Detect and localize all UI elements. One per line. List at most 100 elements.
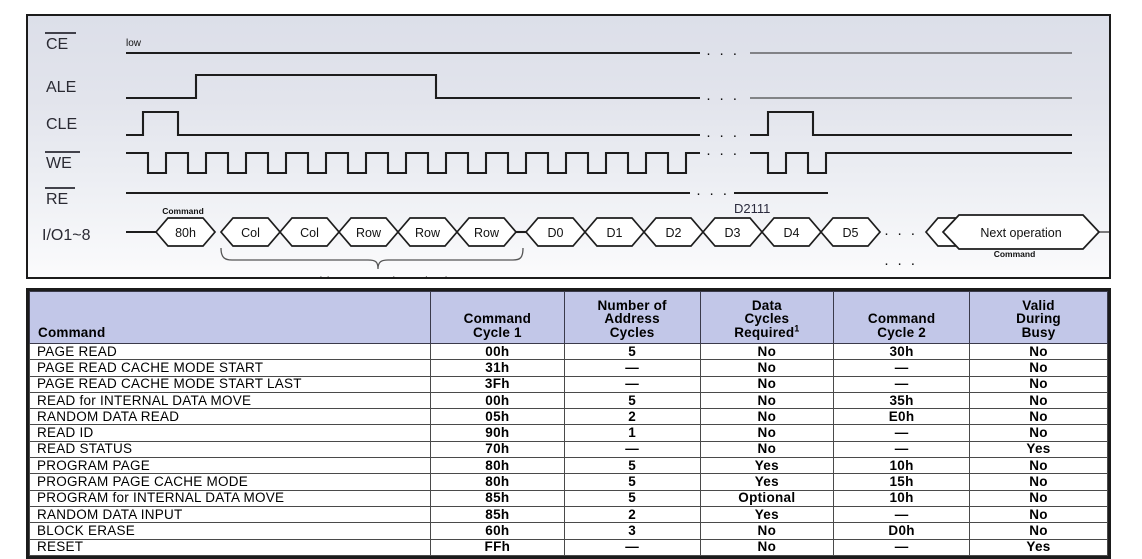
column-header-valid-during-busy-text: Valid During Busy	[1016, 297, 1061, 340]
bus-cell-data-d0: D0	[524, 217, 587, 247]
cell-command-cycle-1: 60h	[430, 522, 565, 540]
cell-valid-during-busy: No	[969, 489, 1108, 507]
cell-valid-during-busy: No	[969, 375, 1108, 393]
signal-label-we: WE	[45, 151, 80, 172]
cell-command-cycle-1: 80h	[430, 457, 565, 475]
table-row: PROGRAM for INTERNAL DATA MOVE 85h 5 Option…	[28, 489, 1108, 507]
cell-command-cycle-2: 10h	[833, 489, 970, 507]
cell-valid-during-busy: No	[969, 457, 1108, 475]
table-row: PAGE READ CACHE MODE START LAST 3Fh — No — No	[28, 375, 1108, 393]
bus-cell-label: Row	[415, 226, 441, 240]
cell-address-cycles: —	[563, 538, 701, 556]
cell-command-cycle-1: 00h	[430, 391, 565, 410]
cell-valid-during-busy: No	[969, 342, 1108, 361]
cell-command-name: READ ID	[28, 424, 432, 442]
bus-cell-label: D1	[607, 226, 623, 240]
cell-command-name: PROGRAM PAGE CACHE MODE	[28, 473, 432, 491]
cell-command-name: PAGE READ CACHE MODE START LAST	[28, 375, 432, 393]
cell-command-cycle-1: 31h	[430, 359, 565, 377]
bus-cell-next-operation: Next operation	[941, 214, 1101, 250]
cell-data-cycles: Yes	[699, 457, 835, 475]
cell-command-cycle-2: 35h	[833, 391, 970, 410]
signal-label-io: I/O1~8	[42, 227, 91, 244]
cell-address-cycles: 5	[563, 342, 701, 361]
cell-command-cycle-2: —	[833, 359, 970, 377]
cell-data-cycles: No	[699, 375, 835, 393]
signal-label-we-text: WE	[46, 155, 72, 172]
signal-label-re-text: RE	[46, 191, 68, 208]
cell-command-cycle-2: —	[833, 538, 970, 556]
signal-label-re: RE	[45, 187, 75, 208]
bus-cell-label: D3	[725, 226, 741, 240]
we-waveform-right	[750, 151, 1072, 175]
table-row: RANDOM DATA READ 05h 2 No E0h No	[28, 408, 1108, 426]
column-header-valid-during-busy: Valid During Busy	[969, 291, 1108, 344]
cell-command-cycle-1: 90h	[430, 424, 565, 442]
bus-cell-label: D5	[843, 226, 859, 240]
cell-address-cycles: 2	[563, 505, 701, 524]
cell-address-cycles: 5	[563, 457, 701, 475]
timing-diagram-panel: .sigline{fill:none;stroke:#1d1d1d;stroke…	[26, 14, 1111, 279]
ce-break-marker: · · ·	[706, 45, 739, 62]
bus-cell-command-80h: Command 80h	[154, 206, 217, 247]
bus-cell-label: D2	[666, 226, 682, 240]
address-input-bracket-group: Address Input (5 cycles )	[220, 247, 524, 279]
cell-data-cycles: No	[699, 342, 835, 361]
bus-cell-address-row-3: Row	[455, 217, 518, 247]
cell-address-cycles: 3	[563, 522, 701, 540]
io-break-marker: · · ·	[884, 225, 917, 242]
cell-command-cycle-2: 10h	[833, 457, 970, 475]
ale-waveform-left	[126, 73, 700, 100]
column-header-command-cycle-1: Command Cycle 1	[430, 291, 565, 344]
cell-valid-during-busy: No	[969, 408, 1108, 426]
cell-command-cycle-2: 15h	[833, 473, 970, 491]
cell-command-cycle-2: 30h	[833, 342, 970, 361]
cell-data-cycles: No	[699, 522, 835, 540]
cell-valid-during-busy: Yes	[969, 440, 1108, 459]
cell-command-cycle-2: —	[833, 440, 970, 459]
cell-command-name: PAGE READ	[28, 342, 432, 361]
cell-command-cycle-2: —	[833, 424, 970, 442]
cell-command-name: PROGRAM for INTERNAL DATA MOVE	[28, 489, 432, 507]
column-header-address-cycles: Number of Address Cycles	[563, 291, 701, 344]
cle-waveform-right	[750, 110, 1072, 137]
column-header-command-text: Command	[38, 324, 106, 340]
table-row: PROGRAM PAGE 80h 5 Yes 10h No	[28, 457, 1108, 475]
cell-command-name: PAGE READ CACHE MODE START	[28, 359, 432, 377]
address-input-label: Address Input (5 cycles )	[306, 274, 449, 279]
bus-cell-label: 80h	[175, 226, 196, 240]
cell-command-cycle-2: —	[833, 505, 970, 524]
ale-break-marker: · · ·	[706, 90, 739, 107]
cell-valid-during-busy: No	[969, 424, 1108, 442]
cell-command-cycle-2: —	[833, 375, 970, 393]
bus-cell-label: D4	[784, 226, 800, 240]
cell-valid-during-busy: No	[969, 505, 1108, 524]
cell-valid-during-busy: No	[969, 522, 1108, 540]
command-set-table: Command Command Cycle 1 Number of Address C…	[28, 291, 1108, 556]
command-tag-1: Command	[162, 206, 204, 216]
cell-command-name: BLOCK ERASE	[28, 522, 432, 540]
cell-data-cycles: No	[699, 391, 835, 410]
cell-command-cycle-1: 05h	[430, 408, 565, 426]
column-header-data-cycles-text: Data Cycles Required1	[734, 297, 800, 340]
column-header-address-cycles-text: Number of Address Cycles	[597, 297, 667, 340]
cell-command-name: PROGRAM PAGE	[28, 457, 432, 475]
bus-cell-label: D0	[548, 226, 564, 240]
ce-low-note: low	[126, 38, 142, 49]
address-input-bracket	[220, 247, 524, 270]
cell-command-cycle-1: 70h	[430, 440, 565, 459]
cell-command-cycle-2: E0h	[833, 408, 970, 426]
cell-command-cycle-2: D0h	[833, 522, 970, 540]
bus-cell-address-row-2: Row	[396, 217, 459, 247]
cell-valid-during-busy: Yes	[969, 538, 1108, 556]
io-vertical-ellipsis: · · ·	[884, 255, 917, 272]
cell-command-name: RANDOM DATA INPUT	[28, 505, 432, 524]
re-d2111-label: D2111	[734, 201, 770, 216]
cell-data-cycles: Optional	[699, 489, 835, 507]
column-header-command-cycle-2: Command Cycle 2	[833, 291, 970, 344]
table-row: RESET FFh — No — Yes	[28, 538, 1108, 556]
cell-valid-during-busy: No	[969, 391, 1108, 410]
bus-cell-address-row-1: Row	[337, 217, 400, 247]
cell-valid-during-busy: No	[969, 359, 1108, 377]
bus-cell-label: Col	[241, 226, 260, 240]
